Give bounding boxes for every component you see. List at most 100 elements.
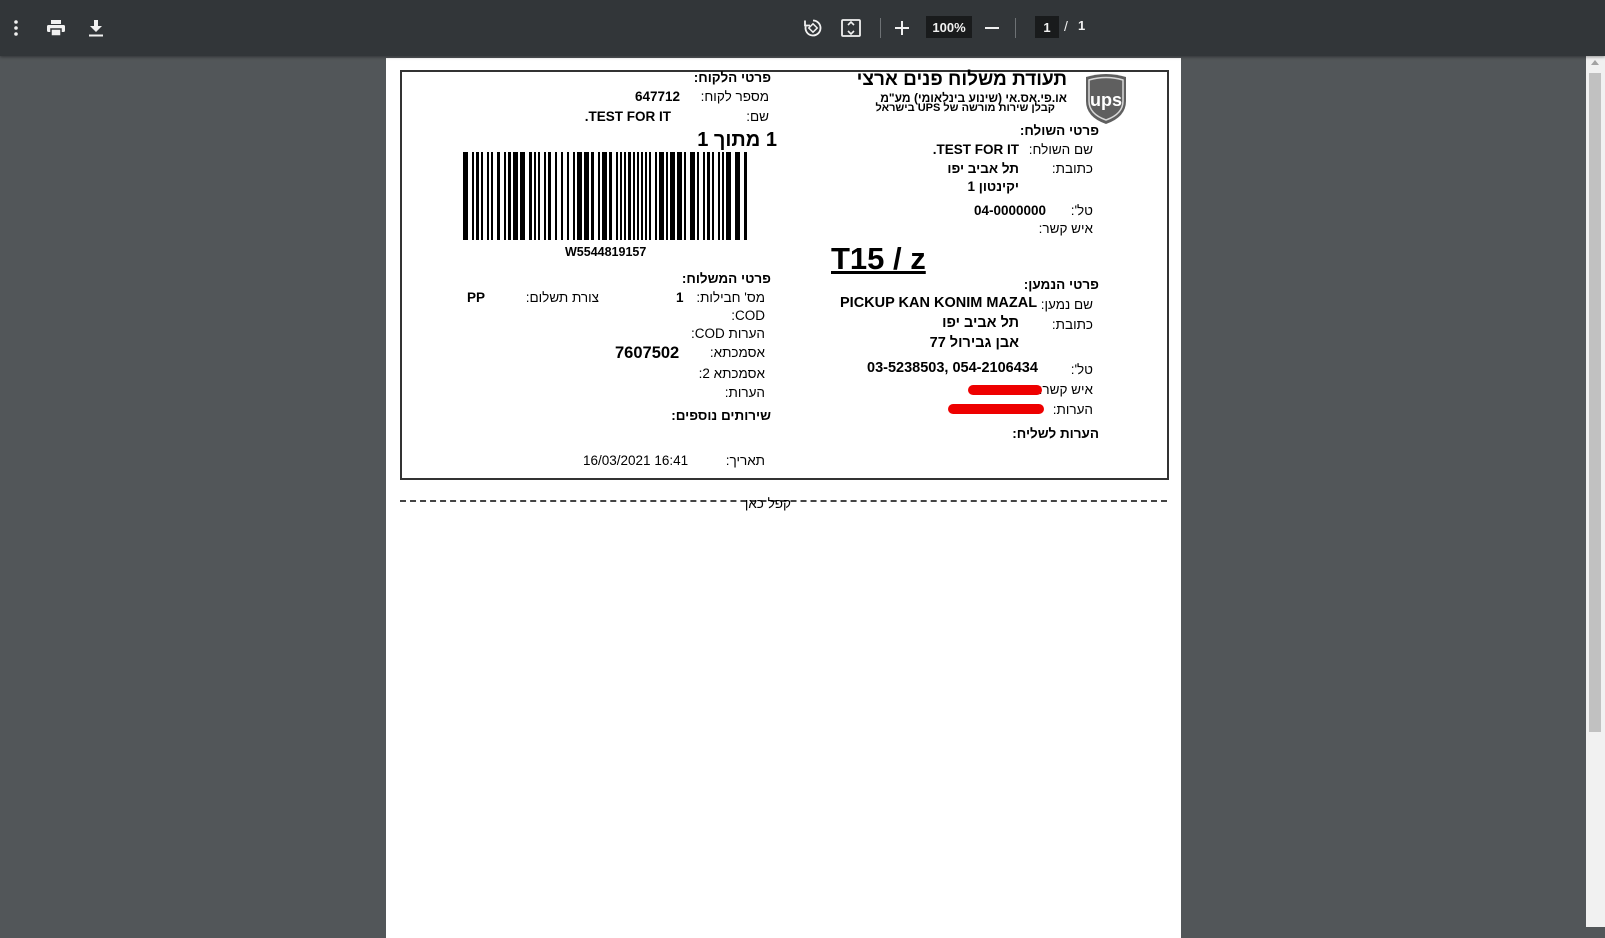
packages-value: 1 <box>676 290 684 305</box>
extra-services-label: שירותים נוספים: <box>671 408 771 423</box>
sender-phone-value: 04-0000000 <box>974 203 1047 218</box>
shipment-heading: פרטי המשלוח: <box>681 271 771 286</box>
recipient-contact-label: איש קשר: <box>1038 382 1093 397</box>
barcode-bar <box>690 152 695 240</box>
package-count: 1 מתוך 1 <box>697 129 777 151</box>
barcode-bar <box>497 152 500 240</box>
barcode-bar <box>591 152 594 240</box>
recipient-phone-label: טל': <box>1070 362 1093 377</box>
barcode-bar <box>555 152 557 240</box>
zoom-in-icon[interactable] <box>886 12 918 44</box>
redaction-mark <box>948 404 1044 414</box>
pdf-toolbar: 100% 1 / 1 <box>0 0 1605 56</box>
sender-contact-label: איש קשר: <box>1038 221 1093 236</box>
toolbar-divider <box>880 18 881 38</box>
barcode-bar <box>476 152 479 240</box>
cod-label: COD: <box>731 308 765 323</box>
company-line-2: קבלן שירות מורשה של UPS בישראל <box>875 102 1055 114</box>
barcode-bar <box>628 152 631 240</box>
barcode-bar <box>598 152 600 240</box>
sender-street: יקינטון 1 <box>967 179 1020 194</box>
document-title: תעודת משלוח פנים ארצי <box>856 69 1067 90</box>
barcode-bar <box>504 152 506 240</box>
cod-notes-label: הערות COD: <box>691 326 765 341</box>
customer-name-label: שם: <box>746 109 769 124</box>
barcode-bar <box>637 152 639 240</box>
barcode-bar <box>520 152 525 240</box>
barcode-bar <box>544 152 546 240</box>
recipient-phone-value: 03-5238503, 054-2106434 <box>867 360 1038 376</box>
barcode-bar <box>584 152 589 240</box>
vertical-scrollbar[interactable] <box>1586 56 1605 927</box>
page-total: 1 <box>1078 18 1086 33</box>
packages-label: מס' חבילות: <box>696 290 765 305</box>
barcode-bar <box>561 152 563 240</box>
barcode-bar <box>508 152 511 240</box>
zoom-level-input[interactable]: 100% <box>926 16 972 38</box>
sender-address-label: כתובת: <box>1051 161 1093 176</box>
barcode-bar <box>703 152 705 240</box>
ups-logo-icon: ups <box>1082 73 1130 125</box>
rotate-icon[interactable] <box>797 12 829 44</box>
customer-heading: פרטי הלקוח: <box>693 70 771 85</box>
barcode-bar <box>726 152 731 240</box>
barcode-bar <box>649 152 651 240</box>
barcode-bar <box>573 152 575 240</box>
barcode-bar <box>481 152 483 240</box>
redaction-mark <box>968 385 1042 395</box>
recipient-notes-label: הערות: <box>1052 402 1093 417</box>
barcode-bar <box>491 152 493 240</box>
sender-city: תל אביב יפו <box>947 161 1019 176</box>
reference-value: 7607502 <box>615 344 680 362</box>
barcode-number: W5544819157 <box>565 245 647 259</box>
barcode-bar <box>529 152 532 240</box>
barcode-bar <box>655 152 657 240</box>
payment-label: צורת תשלום: <box>525 290 599 305</box>
fit-page-icon[interactable] <box>835 12 867 44</box>
barcode-bar <box>602 152 607 240</box>
barcode-bar <box>666 152 668 240</box>
scrollbar-thumb[interactable] <box>1589 73 1601 732</box>
page-separator: / <box>1064 18 1068 34</box>
recipient-address-label: כתובת: <box>1051 317 1093 332</box>
sender-heading: פרטי השולח: <box>1019 123 1099 138</box>
pdf-page: ups תעודת משלוח פנים ארצי או.פי.אס.אי (ש… <box>386 58 1181 938</box>
print-icon[interactable] <box>40 12 72 44</box>
barcode-bar <box>659 152 664 240</box>
page-number-input[interactable]: 1 <box>1035 16 1059 38</box>
zoom-out-icon[interactable] <box>976 12 1008 44</box>
shipment-barcode <box>463 152 747 240</box>
courier-notes-label: הערות לשליח: <box>1012 426 1099 441</box>
sender-phone-label: טל': <box>1070 203 1093 218</box>
barcode-bar <box>718 152 720 240</box>
barcode-bar <box>487 152 489 240</box>
barcode-bar <box>534 152 536 240</box>
shipment-notes-label: הערות: <box>724 385 765 400</box>
barcode-bar <box>538 152 540 240</box>
barcode-bar <box>609 152 612 240</box>
barcode-bar <box>463 152 468 240</box>
barcode-bar <box>712 152 714 240</box>
download-icon[interactable] <box>80 12 112 44</box>
barcode-bar <box>677 152 682 240</box>
date-label: תאריך: <box>725 453 765 468</box>
sender-name-value: TEST FOR IT. <box>932 142 1019 157</box>
more-actions-icon[interactable] <box>0 12 32 44</box>
recipient-name-value: PICKUP KAN KONIM MAZAL <box>840 295 1038 311</box>
barcode-bar <box>616 152 618 240</box>
barcode-bar <box>670 152 675 240</box>
barcode-bar <box>620 152 622 240</box>
scroll-up-arrow-icon[interactable] <box>1591 60 1599 65</box>
recipient-name-label: שם נמען: <box>1040 297 1093 312</box>
date-value: 16/03/2021 16:41 <box>583 453 689 468</box>
payment-value: PP <box>467 290 486 305</box>
barcode-bar <box>697 152 699 240</box>
fold-here-text: קפל כאן <box>744 496 791 511</box>
recipient-street: אבן גבירול 77 <box>929 335 1019 351</box>
recipient-heading: פרטי הנמען: <box>1023 277 1099 292</box>
barcode-bar <box>735 152 740 240</box>
barcode-bar <box>722 152 724 240</box>
barcode-bar <box>577 152 582 240</box>
customer-name-value: TEST FOR IT. <box>584 109 671 124</box>
barcode-bar <box>513 152 518 240</box>
